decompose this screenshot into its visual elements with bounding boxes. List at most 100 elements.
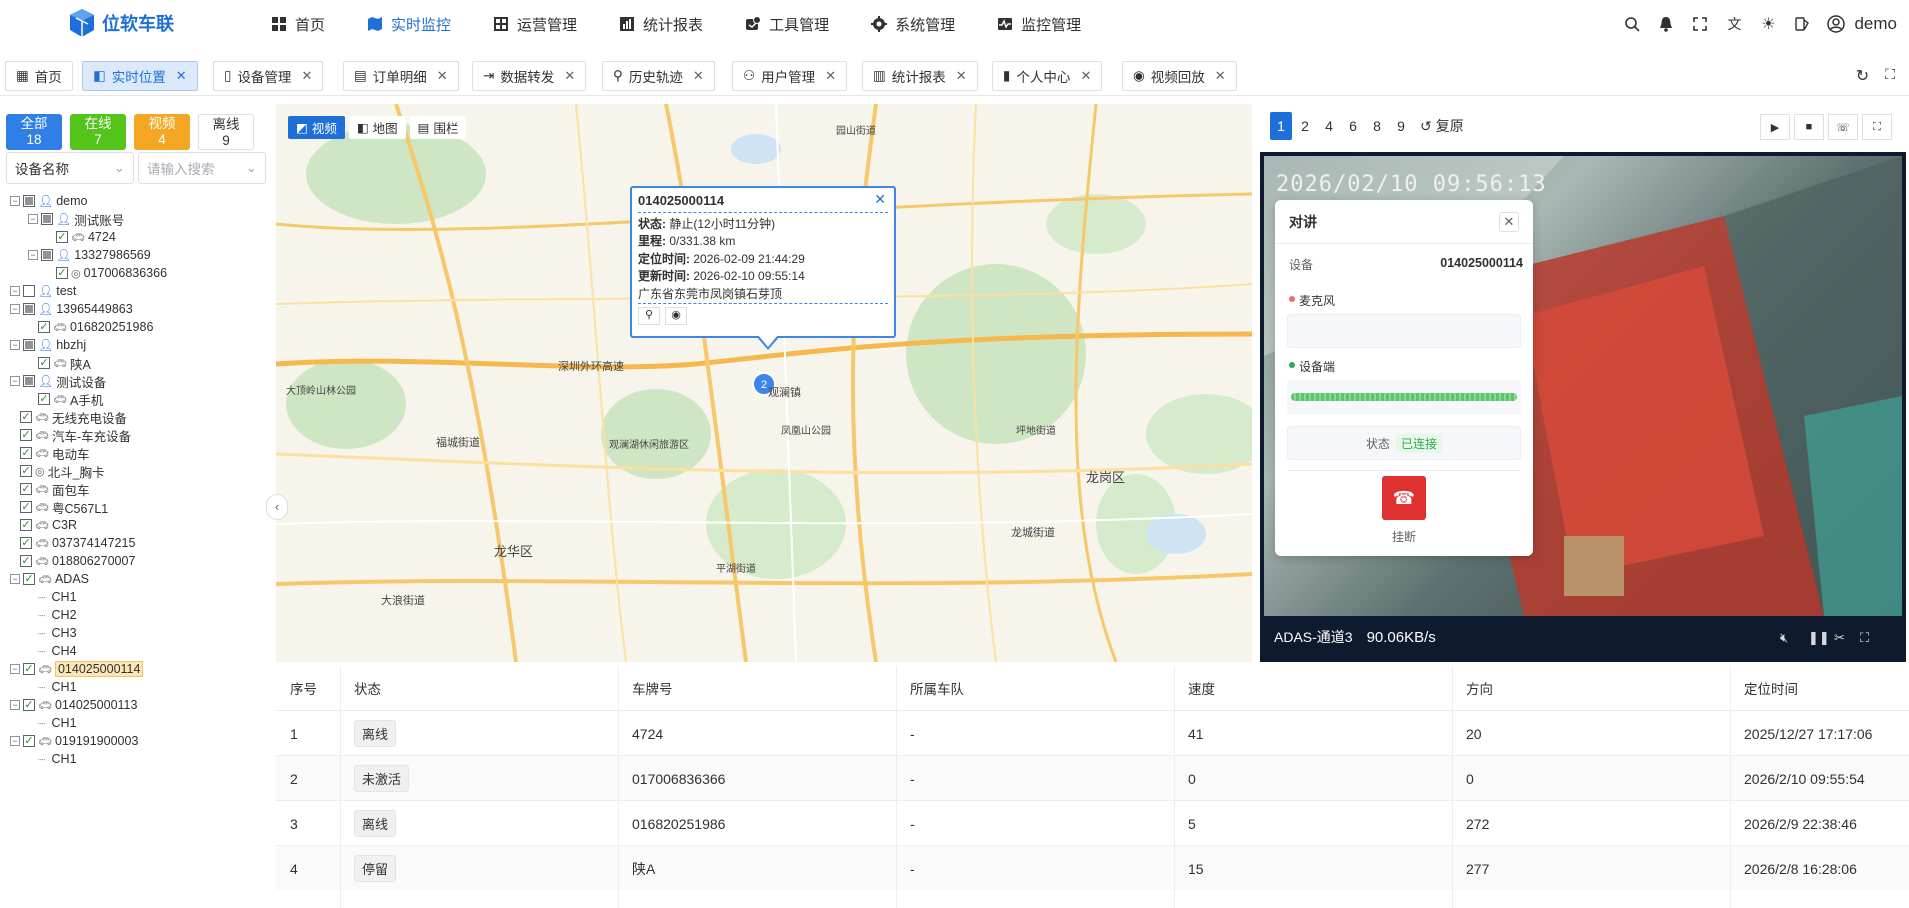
tree-checkbox[interactable] (23, 195, 35, 207)
tree-device-node[interactable]: 🚗︎汽车-车充设备 (20, 426, 131, 444)
tree-device-node[interactable]: − 🚗︎ADAS (10, 570, 89, 588)
fullscreen-icon[interactable]: ⛶ (1860, 630, 1869, 646)
tree-checkbox[interactable] (20, 411, 32, 423)
close-icon[interactable]: ✕ (693, 68, 704, 84)
tree-group-node[interactable]: − 👤︎ test (10, 282, 76, 300)
theme-sun-icon[interactable]: ☀ (1758, 14, 1778, 34)
tree-channel-node[interactable]: ┈ CH1 (38, 750, 77, 768)
tree-checkbox[interactable] (38, 357, 50, 369)
layout-1-button[interactable]: 1 (1270, 112, 1292, 140)
tree-checkbox[interactable] (38, 393, 50, 405)
fullscreen-icon[interactable]: ⛶ (1885, 66, 1895, 86)
tree-checkbox[interactable] (20, 537, 32, 549)
layout-6-button[interactable]: 6 (1342, 112, 1364, 140)
close-icon[interactable]: ✕ (1080, 68, 1091, 84)
layout-8-button[interactable]: 8 (1366, 112, 1388, 140)
reset-button[interactable]: ↺ 复原 (1420, 112, 1464, 140)
column-header[interactable]: 状态 (340, 666, 618, 710)
tree-checkbox[interactable] (23, 375, 35, 387)
tree-channel-node[interactable]: ┈ CH1 (38, 678, 77, 696)
close-icon[interactable]: ✕ (1499, 211, 1519, 232)
cluster-count[interactable]: 2 (761, 379, 767, 391)
collapse-toggle-icon[interactable]: − (10, 340, 20, 350)
close-icon[interactable]: ✕ (564, 68, 575, 84)
tree-channel-node[interactable]: ┈ CH1 (38, 714, 77, 732)
tree-checkbox[interactable] (23, 573, 35, 585)
tree-checkbox[interactable] (20, 447, 32, 459)
tree-checkbox[interactable] (41, 249, 53, 261)
tree-group-node[interactable]: − 👤︎ hbzhj (10, 336, 86, 354)
collapse-toggle-icon[interactable]: − (10, 196, 20, 206)
column-header[interactable]: 方向 (1452, 666, 1730, 710)
intercom-button[interactable]: ☏ (1828, 114, 1858, 140)
tree-group-node[interactable]: − 👤︎ demo (10, 192, 88, 210)
table-row[interactable]: 3 离线 016820251986 - 5 272 2026/2/9 22:38:46 (276, 800, 1909, 845)
nav-reports[interactable]: 统计报表 (598, 0, 724, 48)
track-icon[interactable]: ⚲ (638, 307, 660, 325)
tree-checkbox[interactable] (56, 231, 68, 243)
stat-all-button[interactable]: 全部 18 (6, 114, 62, 150)
close-icon[interactable]: ✕ (176, 68, 187, 84)
stat-online-button[interactable]: 在线 7 (70, 114, 126, 150)
tree-group-node[interactable]: − 👤︎ 13965449863 (10, 300, 133, 318)
stat-offline-button[interactable]: 离线 9 (198, 114, 254, 150)
tree-checkbox[interactable] (56, 267, 68, 279)
tree-channel-node[interactable]: ┈ CH1 (38, 588, 77, 606)
skin-icon[interactable] (1792, 14, 1812, 34)
tree-device-node[interactable]: 🚗︎C3R (20, 516, 77, 534)
tree-group-node[interactable]: − 👤︎ 测试设备 (10, 372, 106, 390)
collapse-toggle-icon[interactable]: − (10, 736, 20, 746)
collapse-toggle-icon[interactable]: − (28, 250, 38, 260)
layout-4-button[interactable]: 4 (1318, 112, 1340, 140)
tree-checkbox[interactable] (23, 663, 35, 675)
collapse-toggle-icon[interactable]: − (10, 664, 20, 674)
table-row[interactable]: 4 停留 陕A - 15 277 2026/2/8 16:28:06 (276, 845, 1909, 890)
screenshot-icon[interactable]: ✂ (1834, 630, 1845, 646)
column-header[interactable]: 速度 (1174, 666, 1452, 710)
close-icon[interactable]: ✕ (1215, 68, 1226, 84)
tree-device-node[interactable]: 🚗︎4724 (56, 228, 116, 246)
search-input[interactable]: 请输入搜索 ⌄ (138, 152, 266, 184)
tree-checkbox[interactable] (23, 699, 35, 711)
map-mode-fence[interactable]: ▤ 围栏 (409, 116, 467, 139)
collapse-toggle-icon[interactable]: − (10, 376, 20, 386)
column-header[interactable]: 定位时间 (1730, 666, 1909, 710)
pause-icon[interactable]: ❚❚ (1808, 630, 1830, 646)
tree-device-node[interactable]: 🚗︎无线充电设备 (20, 408, 127, 426)
nav-system[interactable]: 系统管理 (850, 0, 976, 48)
tree-device-node[interactable]: 🚗︎粤C567L1 (20, 498, 108, 516)
tree-checkbox[interactable] (23, 339, 35, 351)
user-avatar-icon[interactable] (1826, 14, 1846, 34)
tree-checkbox[interactable] (38, 321, 50, 333)
map-mode-video[interactable]: ◩ 视频 (288, 116, 345, 139)
translate-icon[interactable]: 文 (1724, 14, 1744, 34)
tab-video-playback[interactable]: ◉ 视频回放 ✕ (1122, 61, 1237, 91)
tree-checkbox[interactable] (20, 555, 32, 567)
layout-9-button[interactable]: 9 (1390, 112, 1412, 140)
nav-operations[interactable]: 运营管理 (472, 0, 598, 48)
refresh-icon[interactable]: ↻ (1856, 66, 1869, 86)
collapse-toggle-icon[interactable]: − (10, 574, 20, 584)
tree-channel-node[interactable]: ┈ CH4 (38, 642, 77, 660)
tree-checkbox[interactable] (23, 285, 35, 297)
tree-device-node[interactable]: 🚗︎A手机 (38, 390, 103, 408)
tree-checkbox[interactable] (20, 465, 32, 477)
stat-video-button[interactable]: 视频 4 (134, 114, 190, 150)
field-select[interactable]: 设备名称 ⌄ (6, 152, 134, 184)
tree-checkbox[interactable] (23, 303, 35, 315)
close-icon[interactable]: ✕ (825, 68, 836, 84)
tab-stat-report[interactable]: ▥ 统计报表 ✕ (862, 61, 978, 91)
tree-device-node[interactable]: − 🚗︎019191900003 (10, 732, 138, 750)
tree-checkbox[interactable] (20, 483, 32, 495)
column-header[interactable]: 所属车队 (896, 666, 1174, 710)
camera-icon[interactable]: ◉ (665, 307, 687, 325)
map-mode-map[interactable]: ◧ 地图 (348, 116, 406, 139)
tab-data-forward[interactable]: ⇥ 数据转发 ✕ (472, 61, 587, 91)
app-logo[interactable]: 位软车联 (68, 8, 174, 38)
bell-icon[interactable] (1656, 14, 1676, 34)
tree-device-node[interactable]: 🚗︎电动车 (20, 444, 89, 462)
close-icon[interactable]: ✕ (437, 68, 448, 84)
fullscreen-icon[interactable] (1690, 14, 1710, 34)
column-header[interactable]: 车牌号 (618, 666, 896, 710)
tree-group-node[interactable]: − 👤︎ 13327986569 (28, 246, 151, 264)
